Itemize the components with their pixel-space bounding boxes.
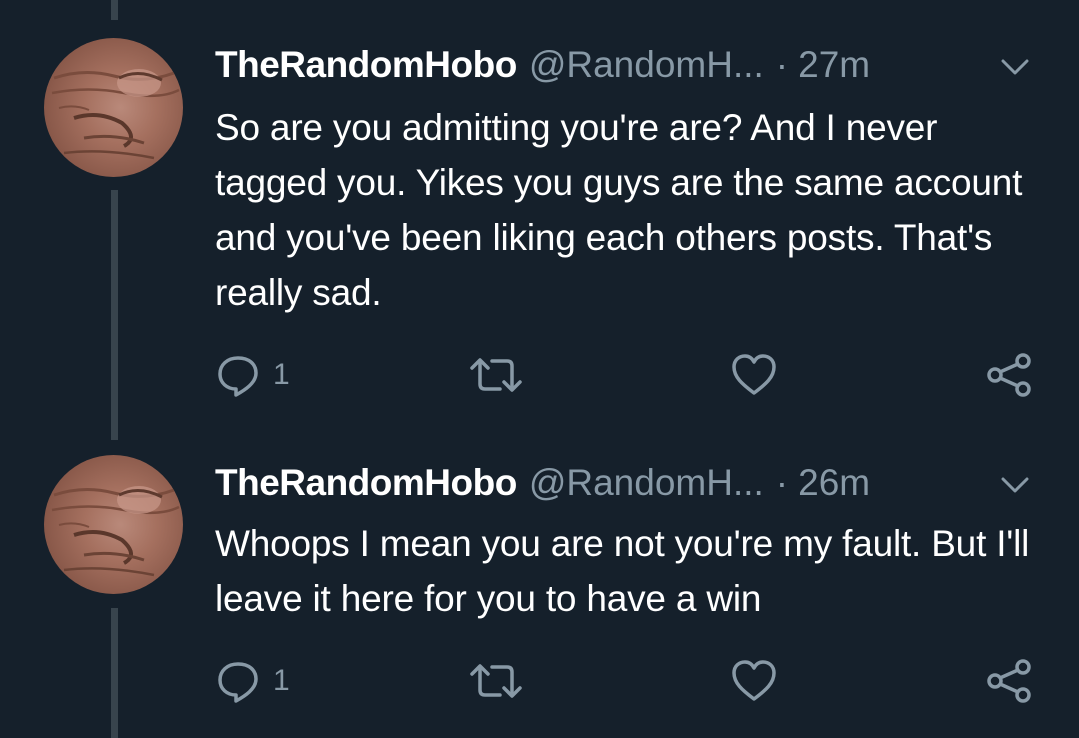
timestamp[interactable]: 26m (798, 462, 870, 504)
reply-button[interactable]: 1 (215, 350, 290, 400)
reply-icon (218, 356, 258, 397)
action-bar: 1 (0, 350, 1079, 400)
chevron-down-icon[interactable] (997, 466, 1033, 502)
timestamp[interactable]: 27m (798, 44, 870, 86)
tweet[interactable]: TheRandomHobo @RandomH... · 27m So are y… (0, 0, 1079, 440)
user-handle[interactable]: @RandomH... (529, 44, 764, 86)
share-icon (987, 659, 1031, 703)
share-button[interactable] (985, 656, 1035, 706)
tweet-text: So are you admitting you're are? And I n… (215, 107, 1023, 313)
display-name[interactable]: TheRandomHobo (215, 44, 517, 86)
tweet-header: TheRandomHobo @RandomH... · 26m (215, 458, 870, 508)
share-icon (987, 353, 1031, 397)
action-bar: 1 (0, 656, 1079, 706)
tweet-header: TheRandomHobo @RandomH... · 27m (215, 40, 870, 90)
reply-button[interactable]: 1 (215, 656, 290, 706)
tweet[interactable]: TheRandomHobo @RandomH... · 26m Whoops I… (0, 440, 1079, 738)
avatar-image (51, 486, 180, 577)
tweet-text: Whoops I mean you are not you're my faul… (215, 523, 1030, 619)
avatar[interactable] (44, 38, 183, 177)
like-icon (732, 354, 776, 395)
share-button[interactable] (985, 350, 1035, 400)
like-button[interactable] (730, 350, 778, 400)
retweet-icon (470, 664, 522, 698)
display-name[interactable]: TheRandomHobo (215, 462, 517, 504)
retweet-button[interactable] (468, 656, 524, 706)
retweet-button[interactable] (468, 350, 524, 400)
retweet-icon (470, 358, 522, 392)
separator-dot: · (775, 462, 789, 503)
chevron-down-icon[interactable] (997, 48, 1033, 84)
like-icon (732, 660, 776, 701)
separator-dot: · (775, 44, 789, 85)
reply-count: 1 (273, 664, 290, 697)
avatar[interactable] (44, 455, 183, 594)
like-button[interactable] (730, 656, 778, 706)
user-handle[interactable]: @RandomH... (529, 462, 764, 504)
reply-icon (218, 662, 258, 703)
reply-count: 1 (273, 358, 290, 391)
avatar-image (51, 69, 180, 160)
